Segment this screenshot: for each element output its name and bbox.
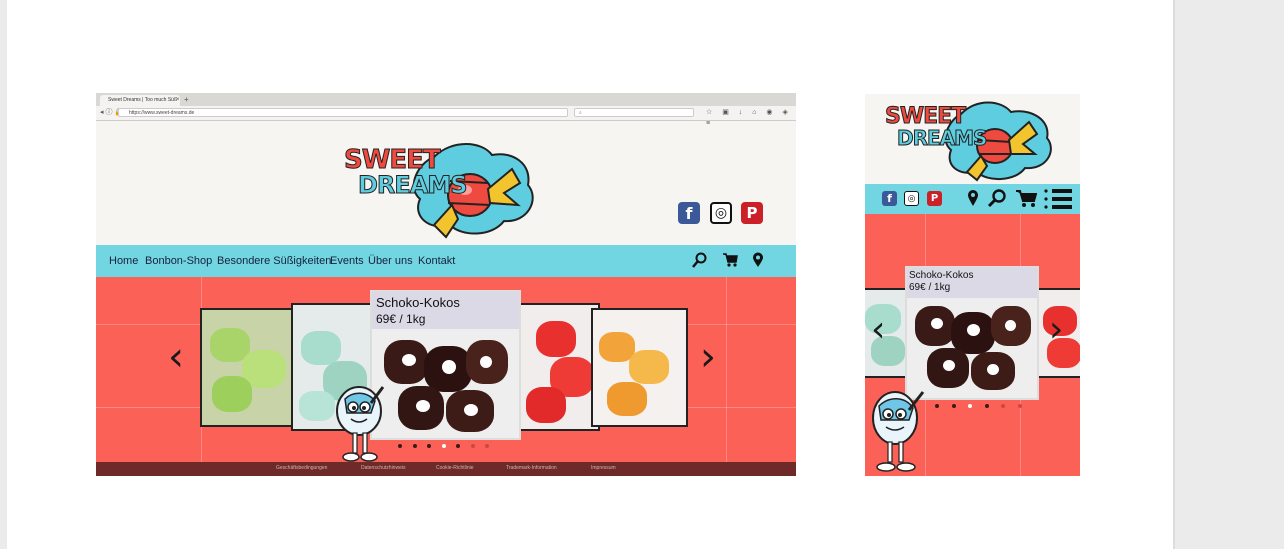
slide-caption: Schoko-Kokos 69€ / 1kg bbox=[372, 292, 519, 329]
mobile-product-carousel: Schoko-Kokos 69€ / 1kg ‹ › bbox=[865, 214, 1080, 476]
location-icon[interactable] bbox=[752, 252, 764, 268]
menu-icon[interactable] bbox=[1043, 188, 1073, 210]
pinterest-icon[interactable]: P bbox=[927, 191, 942, 206]
product-name: Schoko-Kokos bbox=[909, 270, 974, 281]
carousel-next-arrow[interactable]: › bbox=[1049, 310, 1063, 350]
carousel-dot[interactable] bbox=[427, 444, 431, 448]
site-footer: Geschäftsbedingungen Datenschutzhinweis … bbox=[96, 462, 796, 476]
location-icon[interactable] bbox=[967, 189, 979, 207]
carousel-slide[interactable] bbox=[514, 303, 600, 431]
carousel-dot[interactable] bbox=[984, 404, 989, 408]
nav-kontakt[interactable]: Kontakt bbox=[418, 255, 455, 267]
carousel-slide-active[interactable]: Schoko-Kokos 69€ / 1kg bbox=[370, 290, 521, 440]
footer-link-cookies[interactable]: Cookie-Richtlinie bbox=[436, 465, 474, 471]
tab-title: Sweet Dreams | Too much Süß bbox=[108, 97, 178, 103]
sheet-edge bbox=[1173, 0, 1175, 549]
cart-icon[interactable] bbox=[1015, 188, 1037, 208]
browser-toolbar-icons[interactable]: ☆ ▣ ↓ ⌂ ◉ ◈ ≡ bbox=[706, 107, 796, 129]
product-price: 69€ / 1kg bbox=[376, 312, 426, 326]
logo-word-dreams: DREAMS bbox=[896, 126, 987, 151]
carousel-dot[interactable] bbox=[935, 404, 939, 408]
sweet-dreams-logo[interactable]: SWEET DREAMS bbox=[883, 96, 1063, 182]
main-navigation: Home Bonbon-Shop Besondere Süßigkeiten E… bbox=[96, 245, 796, 277]
carousel-dot[interactable] bbox=[398, 444, 402, 448]
guide-line bbox=[726, 277, 727, 462]
nav-events[interactable]: Events bbox=[330, 255, 364, 267]
candy-image bbox=[1005, 320, 1016, 331]
mascot-illustration bbox=[336, 386, 385, 462]
candy-image bbox=[464, 404, 478, 416]
candy-image bbox=[931, 318, 943, 329]
carousel-dot[interactable] bbox=[470, 444, 475, 448]
candy-image bbox=[967, 324, 980, 336]
candy-image bbox=[301, 331, 341, 365]
logo-word-dreams: DREAMS bbox=[358, 171, 469, 200]
candy-image bbox=[442, 360, 456, 374]
instagram-icon[interactable]: ◎ bbox=[710, 202, 732, 224]
carousel-dots bbox=[398, 444, 498, 450]
candy-image bbox=[526, 387, 566, 423]
cart-icon[interactable] bbox=[722, 252, 738, 268]
facebook-icon[interactable]: f bbox=[678, 202, 700, 224]
mobile-header-bar: f ◎ P bbox=[865, 184, 1080, 214]
tab-close-icon[interactable]: × bbox=[176, 95, 180, 106]
instagram-icon[interactable]: ◎ bbox=[904, 191, 919, 206]
browser-tab[interactable]: Sweet Dreams | Too much Süß × bbox=[100, 95, 180, 106]
sweet-dreams-logo[interactable]: SWEET DREAMS bbox=[342, 133, 552, 243]
nav-bonbon-shop[interactable]: Bonbon-Shop bbox=[145, 255, 212, 267]
carousel-dot[interactable] bbox=[1001, 404, 1005, 408]
candy-image bbox=[416, 400, 430, 412]
carousel-dot[interactable] bbox=[441, 444, 446, 448]
nav-ueber-uns[interactable]: Über uns bbox=[368, 255, 413, 267]
carousel-dot[interactable] bbox=[1017, 404, 1022, 408]
new-tab-icon[interactable]: + bbox=[184, 95, 189, 105]
carousel-dot[interactable] bbox=[485, 444, 489, 448]
footer-link-trademark[interactable]: Trademark-Information bbox=[506, 465, 557, 471]
carousel-prev-arrow[interactable]: ‹ bbox=[168, 337, 184, 377]
candy-image bbox=[607, 382, 647, 416]
facebook-icon[interactable]: f bbox=[882, 191, 897, 206]
carousel-dots bbox=[935, 404, 1025, 410]
browser-search-field[interactable]: ⌕ bbox=[574, 108, 694, 117]
carousel-dot[interactable] bbox=[951, 404, 956, 408]
carousel-dot[interactable] bbox=[456, 444, 460, 448]
footer-link-agb[interactable]: Geschäftsbedingungen bbox=[276, 465, 327, 471]
nav-besondere-suessigkeiten[interactable]: Besondere Süßigkeiten bbox=[217, 255, 331, 267]
url-bar[interactable]: https://www.sweet-dreams.de bbox=[118, 108, 568, 117]
carousel-prev-arrow[interactable]: ‹ bbox=[871, 310, 885, 350]
mobile-mockup: SWEET DREAMS f ◎ P Schoko-Kokos 69€ / 1k… bbox=[865, 94, 1080, 476]
candy-image bbox=[402, 354, 416, 366]
candy-image bbox=[629, 350, 669, 384]
search-icon[interactable] bbox=[692, 252, 708, 268]
carousel-slide[interactable] bbox=[591, 308, 688, 427]
candy-image bbox=[299, 391, 335, 421]
carousel-dot[interactable] bbox=[968, 404, 972, 408]
product-name: Schoko-Kokos bbox=[376, 295, 460, 310]
mascot-illustration bbox=[872, 391, 925, 472]
product-price: 69€ / 1kg bbox=[909, 282, 951, 293]
candy-image bbox=[943, 360, 955, 371]
carousel-slide[interactable] bbox=[200, 308, 300, 427]
browser-toolbar: ◂ ⓘ 🔒 https://www.sweet-dreams.de ⌕ ☆ ▣ … bbox=[96, 106, 796, 127]
slide-caption: Schoko-Kokos 69€ / 1kg bbox=[907, 268, 1037, 298]
footer-link-datenschutz[interactable]: Datenschutzhinweis bbox=[361, 465, 405, 471]
browser-tab-strip: Sweet Dreams | Too much Süß × + bbox=[96, 93, 796, 106]
nav-home[interactable]: Home bbox=[109, 255, 138, 267]
footer-link-impressum[interactable]: Impressum bbox=[591, 465, 616, 471]
candy-image bbox=[212, 376, 252, 412]
candy-image bbox=[536, 321, 576, 357]
carousel-dot[interactable] bbox=[412, 444, 417, 448]
search-icon[interactable] bbox=[987, 188, 1007, 208]
carousel-next-arrow[interactable]: › bbox=[700, 337, 716, 377]
candy-image bbox=[480, 356, 492, 368]
desktop-mockup: Sweet Dreams | Too much Süß × + ◂ ⓘ 🔒 ht… bbox=[96, 93, 796, 476]
candy-image bbox=[987, 364, 999, 375]
carousel-slide-active[interactable]: Schoko-Kokos 69€ / 1kg bbox=[905, 266, 1039, 400]
pinterest-icon[interactable]: P bbox=[741, 202, 763, 224]
product-carousel: Schoko-Kokos 69€ / 1kg ‹ › bbox=[96, 277, 796, 462]
